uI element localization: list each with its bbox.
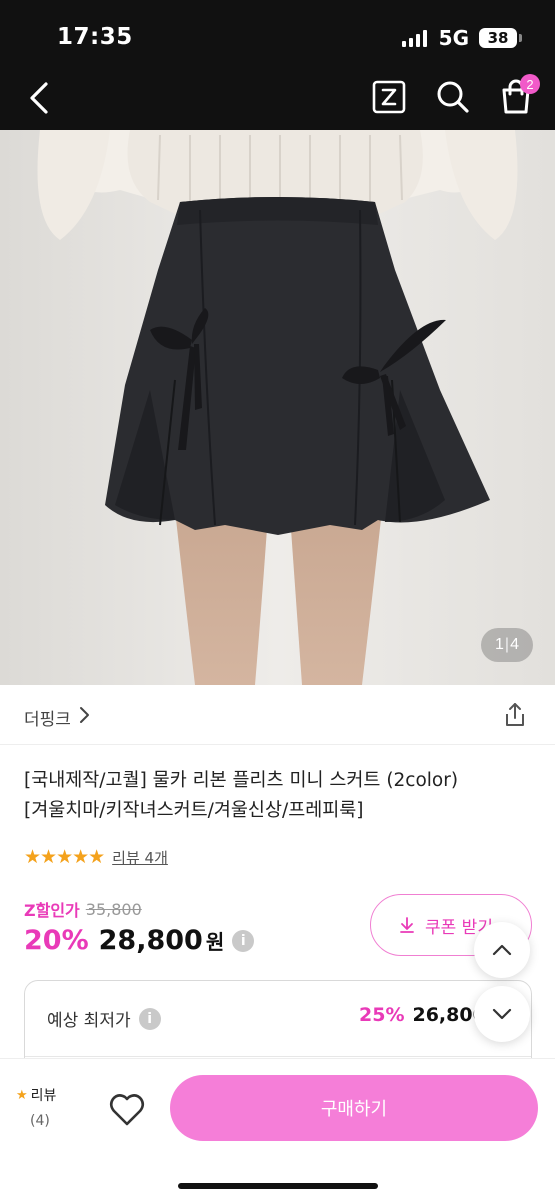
cart-button[interactable]: 2: [496, 74, 540, 116]
cart-count-badge: 2: [520, 74, 540, 94]
z-icon: [372, 80, 406, 114]
scroll-down-button[interactable]: [474, 986, 530, 1042]
lowest-price-value: 25% 26,800: [359, 1004, 486, 1026]
share-button[interactable]: [501, 701, 529, 729]
chevron-left-icon: [30, 82, 48, 114]
chevron-up-icon: [492, 944, 512, 956]
final-price-row: 20% 28,800 원 i: [24, 925, 255, 956]
chevron-right-icon: [79, 706, 91, 729]
search-icon: [437, 81, 469, 113]
scroll-up-button[interactable]: [474, 922, 530, 978]
discount-percent: 20%: [24, 925, 89, 956]
review-count: (4): [30, 1113, 50, 1129]
battery-icon: 38: [479, 28, 522, 48]
lowest-price-label: 예상 최저가: [47, 1011, 131, 1031]
product-title-line1: [국내제작/고퀄] 물카 리본 플리츠 미니 스커트 (2color): [24, 770, 459, 791]
back-button[interactable]: [22, 78, 58, 118]
review-title: ★ 리뷰: [16, 1085, 76, 1105]
download-icon: [400, 917, 414, 933]
signal-icon: [401, 29, 427, 47]
rating-row: ★★★★★ 리뷰 4개: [24, 846, 168, 868]
z-discount-label: Z할인가: [24, 901, 80, 920]
status-icons: 5G 38: [401, 26, 522, 50]
share-icon: [506, 703, 524, 726]
wishlist-button[interactable]: [108, 1091, 146, 1129]
star-rating-icon: ★★★★★: [24, 846, 105, 868]
lowest-price-label-group: 예상 최저가 i: [47, 1006, 161, 1031]
review-summary[interactable]: ★ 리뷰 (4): [16, 1085, 76, 1130]
z-button[interactable]: [372, 80, 406, 114]
star-icon: ★: [16, 1087, 28, 1103]
lowest-price-row: 예상 최저가 i 25% 26,800: [25, 981, 531, 1057]
search-button[interactable]: [434, 78, 472, 116]
heart-icon: [109, 1094, 145, 1126]
seller-row: 더핑크: [0, 685, 555, 745]
network-label: 5G: [438, 26, 469, 50]
skirt-photo: [0, 130, 555, 685]
product-image[interactable]: 1 | 4: [0, 130, 555, 685]
gallery-current: 1: [495, 636, 504, 653]
gallery-separator: |: [504, 636, 510, 653]
final-price: 28,800: [98, 925, 203, 956]
lowest-discount-percent: 25%: [359, 1004, 405, 1026]
gallery-page-indicator: 1 | 4: [481, 628, 533, 662]
product-title-line2: [겨울치마/키작녀스커트/겨울신상/프레피룩]: [24, 800, 364, 821]
product-title: [국내제작/고퀄] 물카 리본 플리츠 미니 스커트 (2color) [겨울치…: [24, 766, 534, 826]
z-discount-row: Z할인가 35,800: [24, 897, 254, 921]
top-bar: 17:35 5G 38 2: [0, 0, 555, 130]
currency-label: 원: [205, 930, 225, 954]
seller-name: 더핑크: [24, 710, 71, 730]
price-info-icon[interactable]: i: [232, 929, 255, 952]
lowest-info-icon[interactable]: i: [138, 1007, 161, 1030]
status-time: 17:35: [57, 24, 133, 50]
price-block: Z할인가 35,800 20% 28,800 원 i: [24, 897, 255, 956]
chevron-down-icon: [492, 1008, 512, 1020]
home-indicator: [178, 1183, 378, 1189]
bottom-action-bar: ★ 리뷰 (4) 구매하기: [0, 1058, 555, 1200]
seller-link[interactable]: 더핑크: [24, 705, 91, 730]
gallery-total: 4: [510, 636, 519, 653]
review-count-link[interactable]: 리뷰 4개: [112, 847, 168, 868]
buy-button[interactable]: 구매하기: [170, 1075, 538, 1141]
original-price: 35,800: [85, 899, 142, 919]
review-label: 리뷰: [30, 1088, 57, 1104]
